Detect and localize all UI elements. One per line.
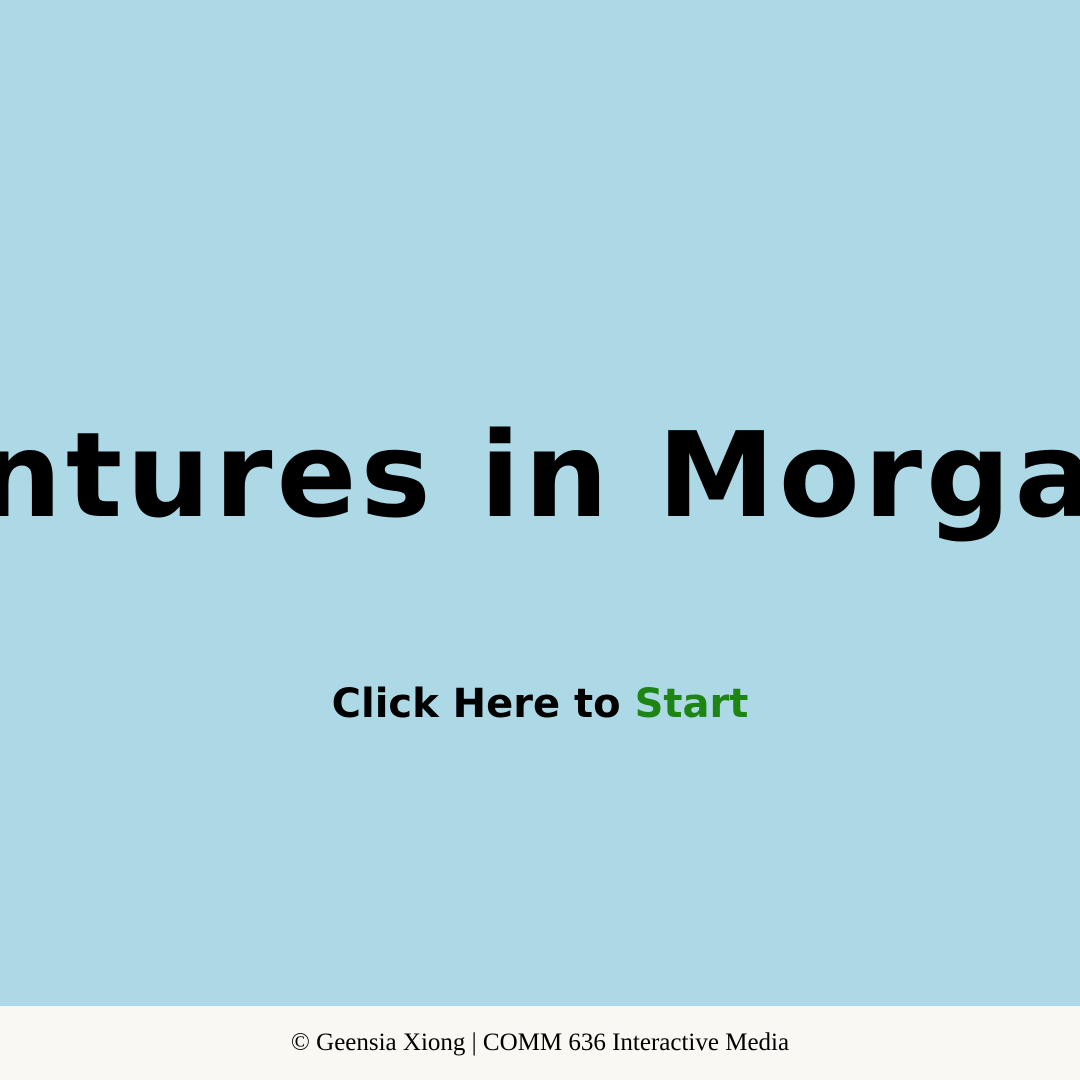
start-prefix-text: Click Here to (331, 681, 635, 727)
title-banner: entures in Morgan (0, 400, 1080, 570)
footer-copyright: © Geensia Xiong | COMM 636 Interactive M… (290, 1029, 790, 1056)
start-button[interactable]: Click Here to Start (0, 676, 1080, 732)
game-title: entures in Morgan (0, 406, 1080, 544)
start-word[interactable]: Start (635, 681, 749, 727)
title-screen: entures in Morgan Click Here to Start (0, 0, 1080, 1006)
footer: © Geensia Xiong | COMM 636 Interactive M… (0, 1006, 1080, 1080)
